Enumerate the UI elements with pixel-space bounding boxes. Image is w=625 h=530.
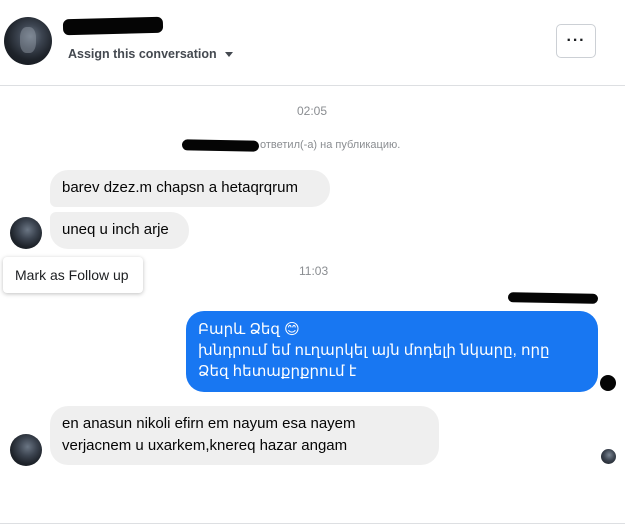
incoming-message[interactable]: barev dzez.m chapsn a hetaqrqrum (50, 170, 330, 207)
message-line: verjacnem u uxarkem,knereq hazar angam (62, 437, 348, 454)
assign-label: Assign this conversation (68, 47, 217, 61)
message-timestamp: 02:05 (297, 104, 328, 118)
sender-avatar (10, 217, 42, 249)
mark-follow-up-button[interactable]: Mark as Follow up (3, 257, 143, 293)
post-reply-notice: ответил(-а) на публикацию. (260, 139, 401, 151)
sender-avatar (10, 434, 42, 466)
assign-conversation-dropdown[interactable]: Assign this conversation (68, 47, 233, 61)
seen-receipt-avatar (601, 449, 616, 464)
incoming-message[interactable]: uneq u inch arje (50, 212, 189, 249)
contact-avatar[interactable] (4, 17, 52, 65)
redacted-sender-name (507, 292, 599, 304)
caret-down-icon (224, 51, 233, 57)
conversation-header: Assign this conversation ··· (0, 0, 625, 86)
redacted-username (181, 139, 260, 152)
outgoing-message[interactable]: Բարև Ձեզ 😊 խնդրում եմ ուղարկել այն մոդել… (186, 311, 598, 392)
message-composer[interactable] (0, 523, 625, 530)
message-line: en anasun nikoli efirn em nayum esa naye… (62, 415, 356, 432)
message-line: Ձեզ հետաքրքրում է (198, 363, 357, 380)
message-line: Բարև Ձեզ 😊 (198, 321, 300, 338)
incoming-message[interactable]: en anasun nikoli efirn em nayum esa naye… (50, 406, 439, 465)
sender-status-dot (600, 375, 616, 391)
message-line: խնդրում եմ ուղարկել այն մոդելի նկարը, որ… (198, 342, 550, 359)
more-options-button[interactable]: ··· (556, 24, 596, 58)
message-timestamp: 11:03 (299, 264, 329, 278)
redacted-contact-name (62, 16, 164, 36)
